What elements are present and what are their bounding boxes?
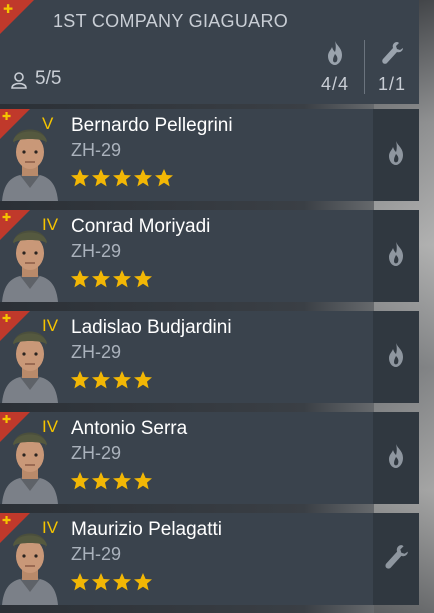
soldier-role-button[interactable]	[373, 109, 419, 201]
soldier-rank: IV	[42, 215, 59, 234]
cross-icon: ✚	[2, 312, 12, 325]
star-icon	[112, 572, 132, 596]
soldier-rank: IV	[42, 316, 59, 335]
star-icon	[91, 471, 111, 495]
star-icon	[154, 168, 174, 192]
company-title: 1ST COMPANY GIAGUARO	[53, 11, 289, 31]
fire-count: 4/4	[320, 74, 350, 94]
soldier-row[interactable]: ✚ IV Ladislao Budjardini ZH-29	[0, 311, 419, 403]
star-icon	[133, 572, 153, 596]
engineer-count: 1/1	[377, 74, 407, 94]
star-icon	[91, 168, 111, 192]
person-icon	[11, 72, 27, 89]
star-icon	[112, 370, 132, 394]
star-icon	[70, 168, 90, 192]
fire-icon	[328, 41, 342, 65]
cross-icon: ✚	[2, 110, 12, 123]
soldier-stars	[70, 572, 153, 596]
star-icon	[70, 269, 90, 293]
star-icon	[91, 269, 111, 293]
soldier-name: Bernardo Pellegrini	[71, 115, 233, 136]
soldier-stars	[70, 471, 153, 495]
star-icon	[112, 168, 132, 192]
cross-icon: ✚	[2, 413, 12, 426]
star-icon	[112, 471, 132, 495]
soldier-row[interactable]: ✚ IV Conrad Moriyadi ZH-29	[0, 210, 419, 302]
soldier-role-button[interactable]	[373, 513, 419, 605]
fire-stat: 4/4	[318, 40, 352, 95]
soldier-row[interactable]: ✚ IV Maurizio Pelagatti ZH-29	[0, 513, 419, 605]
soldier-stars	[70, 370, 153, 394]
soldier-role-button[interactable]	[373, 412, 419, 504]
star-icon	[91, 370, 111, 394]
soldier-role-button[interactable]	[373, 210, 419, 302]
fire-icon	[385, 139, 407, 171]
soldier-weapon: ZH-29	[71, 241, 122, 261]
star-icon	[112, 269, 132, 293]
cross-icon: ✚	[3, 2, 14, 16]
soldier-stars	[70, 269, 153, 293]
soldier-weapon: ZH-29	[71, 443, 122, 463]
soldier-weapon: ZH-29	[71, 342, 122, 362]
squad-header: ✚ 1ST COMPANY GIAGUARO 5/5 4/4 1/1	[0, 0, 419, 104]
soldier-rank: IV	[42, 417, 59, 436]
members-count: 5/5	[35, 68, 62, 89]
engineer-stat: 1/1	[375, 40, 409, 95]
soldier-row[interactable]: ✚ V Bernardo Pellegrini ZH-29	[0, 109, 419, 201]
soldier-row[interactable]: ✚ IV Antonio Serra ZH-29	[0, 412, 419, 504]
soldier-name: Maurizio Pelagatti	[71, 519, 223, 540]
fire-icon	[385, 442, 407, 474]
star-icon	[133, 269, 153, 293]
soldier-name: Antonio Serra	[71, 418, 188, 439]
star-icon	[133, 471, 153, 495]
soldier-rank: V	[42, 114, 54, 133]
star-icon	[91, 572, 111, 596]
cross-icon: ✚	[2, 514, 12, 527]
wrench-icon	[383, 543, 409, 575]
soldier-weapon: ZH-29	[71, 544, 122, 564]
stat-divider	[364, 40, 365, 94]
star-icon	[70, 471, 90, 495]
star-icon	[133, 168, 153, 192]
fire-icon	[385, 341, 407, 373]
wrench-icon	[382, 42, 403, 64]
star-icon	[70, 370, 90, 394]
soldier-stars	[70, 168, 174, 192]
soldier-rank: IV	[42, 518, 59, 537]
star-icon	[70, 572, 90, 596]
star-icon	[133, 370, 153, 394]
soldier-name: Ladislao Budjardini	[71, 317, 232, 338]
soldier-role-button[interactable]	[373, 311, 419, 403]
fire-icon	[385, 240, 407, 272]
soldier-weapon: ZH-29	[71, 140, 122, 160]
cross-icon: ✚	[2, 211, 12, 224]
soldier-name: Conrad Moriyadi	[71, 216, 211, 237]
